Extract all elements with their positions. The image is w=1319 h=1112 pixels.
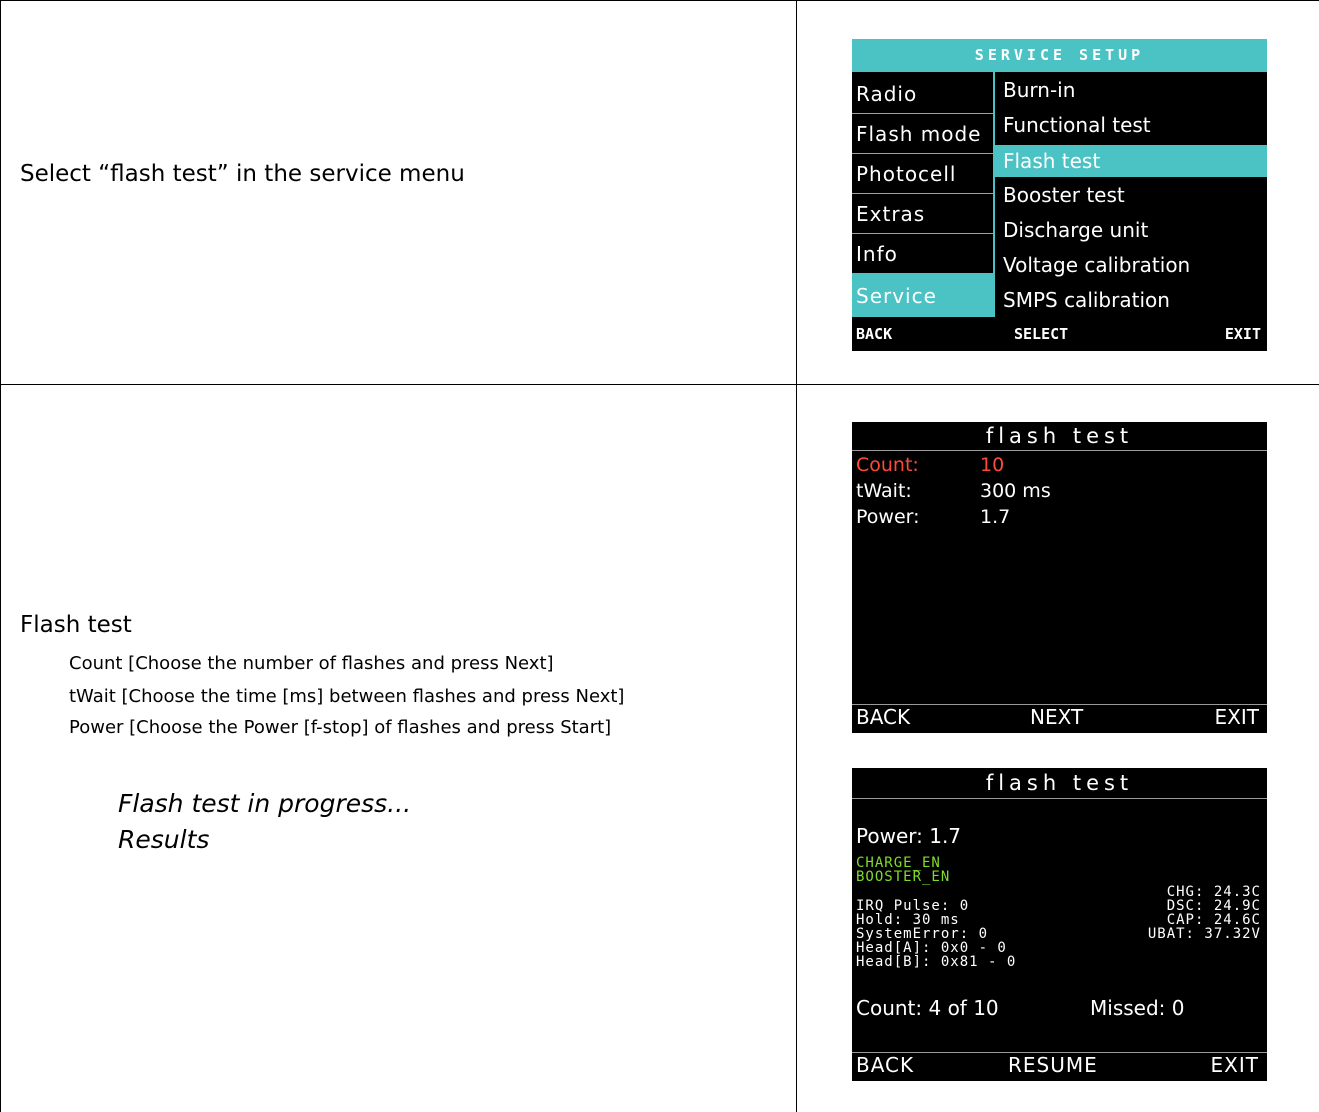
header-divider xyxy=(852,450,1267,451)
table-border-left xyxy=(0,0,1,1112)
twait-label: tWait: xyxy=(856,480,912,502)
back-button[interactable]: BACK xyxy=(856,1053,914,1077)
resume-button[interactable]: RESUME xyxy=(1008,1053,1098,1077)
flag-booster-en: BOOSTER_EN xyxy=(856,869,951,885)
step-twait: tWait [Choose the time [ms] between flas… xyxy=(69,686,625,707)
row1-description: Select “flash test” in the service menu xyxy=(20,161,465,187)
right-menu-item-booster-test[interactable]: Booster test xyxy=(995,179,1267,212)
left-menu-item-flash-mode[interactable]: Flash mode xyxy=(852,114,993,153)
back-button[interactable]: BACK xyxy=(856,317,892,351)
temp-cap: CAP: 24.6C xyxy=(1166,912,1261,928)
service-left-menu: Radio Flash mode Photocell Extras Info S… xyxy=(852,72,993,317)
flash-test-title: flash test xyxy=(985,424,1134,448)
count-value[interactable]: 10 xyxy=(980,454,1004,476)
count-label: Count: xyxy=(856,454,919,476)
missed-count: Missed: 0 xyxy=(1090,996,1185,1020)
table-border-top xyxy=(0,0,1319,1)
left-menu-item-extras[interactable]: Extras xyxy=(852,194,993,233)
count-progress: Count: 4 of 10 xyxy=(856,996,999,1020)
voltage-ubat: UBAT: 37.32V xyxy=(1147,926,1261,942)
flash-test-title: flash test xyxy=(985,771,1134,795)
right-menu-item-discharge-unit[interactable]: Discharge unit xyxy=(995,214,1267,247)
exit-button[interactable]: EXIT xyxy=(1211,1053,1259,1077)
note-results: Results xyxy=(118,825,210,854)
right-menu-item-smps-calibration[interactable]: SMPS calibration xyxy=(995,284,1267,317)
row2-title: Flash test xyxy=(20,612,132,638)
step-count: Count [Choose the number of flashes and … xyxy=(69,653,554,674)
service-setup-title: SERVICE SETUP xyxy=(852,39,1267,72)
step-power: Power [Choose the Power [f-stop] of flas… xyxy=(69,717,612,738)
right-menu-item-functional-test[interactable]: Functional test xyxy=(995,109,1267,142)
status-irq-pulse: IRQ Pulse: 0 xyxy=(856,898,970,914)
exit-button[interactable]: EXIT xyxy=(1225,317,1261,351)
back-button[interactable]: BACK xyxy=(856,705,910,729)
status-hold: Hold: 30 ms xyxy=(856,912,960,928)
table-column-divider xyxy=(796,0,797,1112)
flash-test-progress-screen: flash test Power: 1.7 CHARGE_EN BOOSTER_… xyxy=(852,768,1267,1081)
status-head-b: Head[B]: 0x81 - 0 xyxy=(856,954,1017,970)
service-setup-screen: SERVICE SETUP Radio Flash mode Photocell… xyxy=(852,39,1267,351)
power-label: Power: xyxy=(856,506,920,528)
service-setup-footer: BACK SELECT EXIT xyxy=(852,317,1267,351)
twait-value[interactable]: 300 ms xyxy=(980,480,1051,502)
flash-test-setup-screen: flash test Count: 10 tWait: 300 ms Power… xyxy=(852,422,1267,733)
flag-charge-en: CHARGE_EN xyxy=(856,855,941,871)
temp-chg: CHG: 24.3C xyxy=(1166,884,1261,900)
right-menu-item-burn-in[interactable]: Burn-in xyxy=(995,74,1267,107)
header-divider xyxy=(852,798,1267,799)
temp-dsc: DSC: 24.9C xyxy=(1166,898,1261,914)
right-menu-item-flash-test[interactable]: Flash test xyxy=(995,145,1267,177)
right-menu-item-voltage-calibration[interactable]: Voltage calibration xyxy=(995,249,1267,282)
status-head-a: Head[A]: 0x0 - 0 xyxy=(856,940,1007,956)
left-menu-item-service[interactable]: Service xyxy=(852,274,993,317)
power-readout: Power: 1.7 xyxy=(856,824,962,848)
status-system-error: SystemError: 0 xyxy=(856,926,989,942)
note-in-progress: Flash test in progress... xyxy=(118,789,412,818)
left-menu-item-info[interactable]: Info xyxy=(852,234,993,273)
next-button[interactable]: NEXT xyxy=(1030,705,1083,729)
exit-button[interactable]: EXIT xyxy=(1215,705,1259,729)
left-menu-item-radio[interactable]: Radio xyxy=(852,74,993,113)
power-value[interactable]: 1.7 xyxy=(980,506,1010,528)
select-button[interactable]: SELECT xyxy=(1014,317,1068,351)
left-menu-item-photocell[interactable]: Photocell xyxy=(852,154,993,193)
table-row-divider xyxy=(0,384,1319,385)
